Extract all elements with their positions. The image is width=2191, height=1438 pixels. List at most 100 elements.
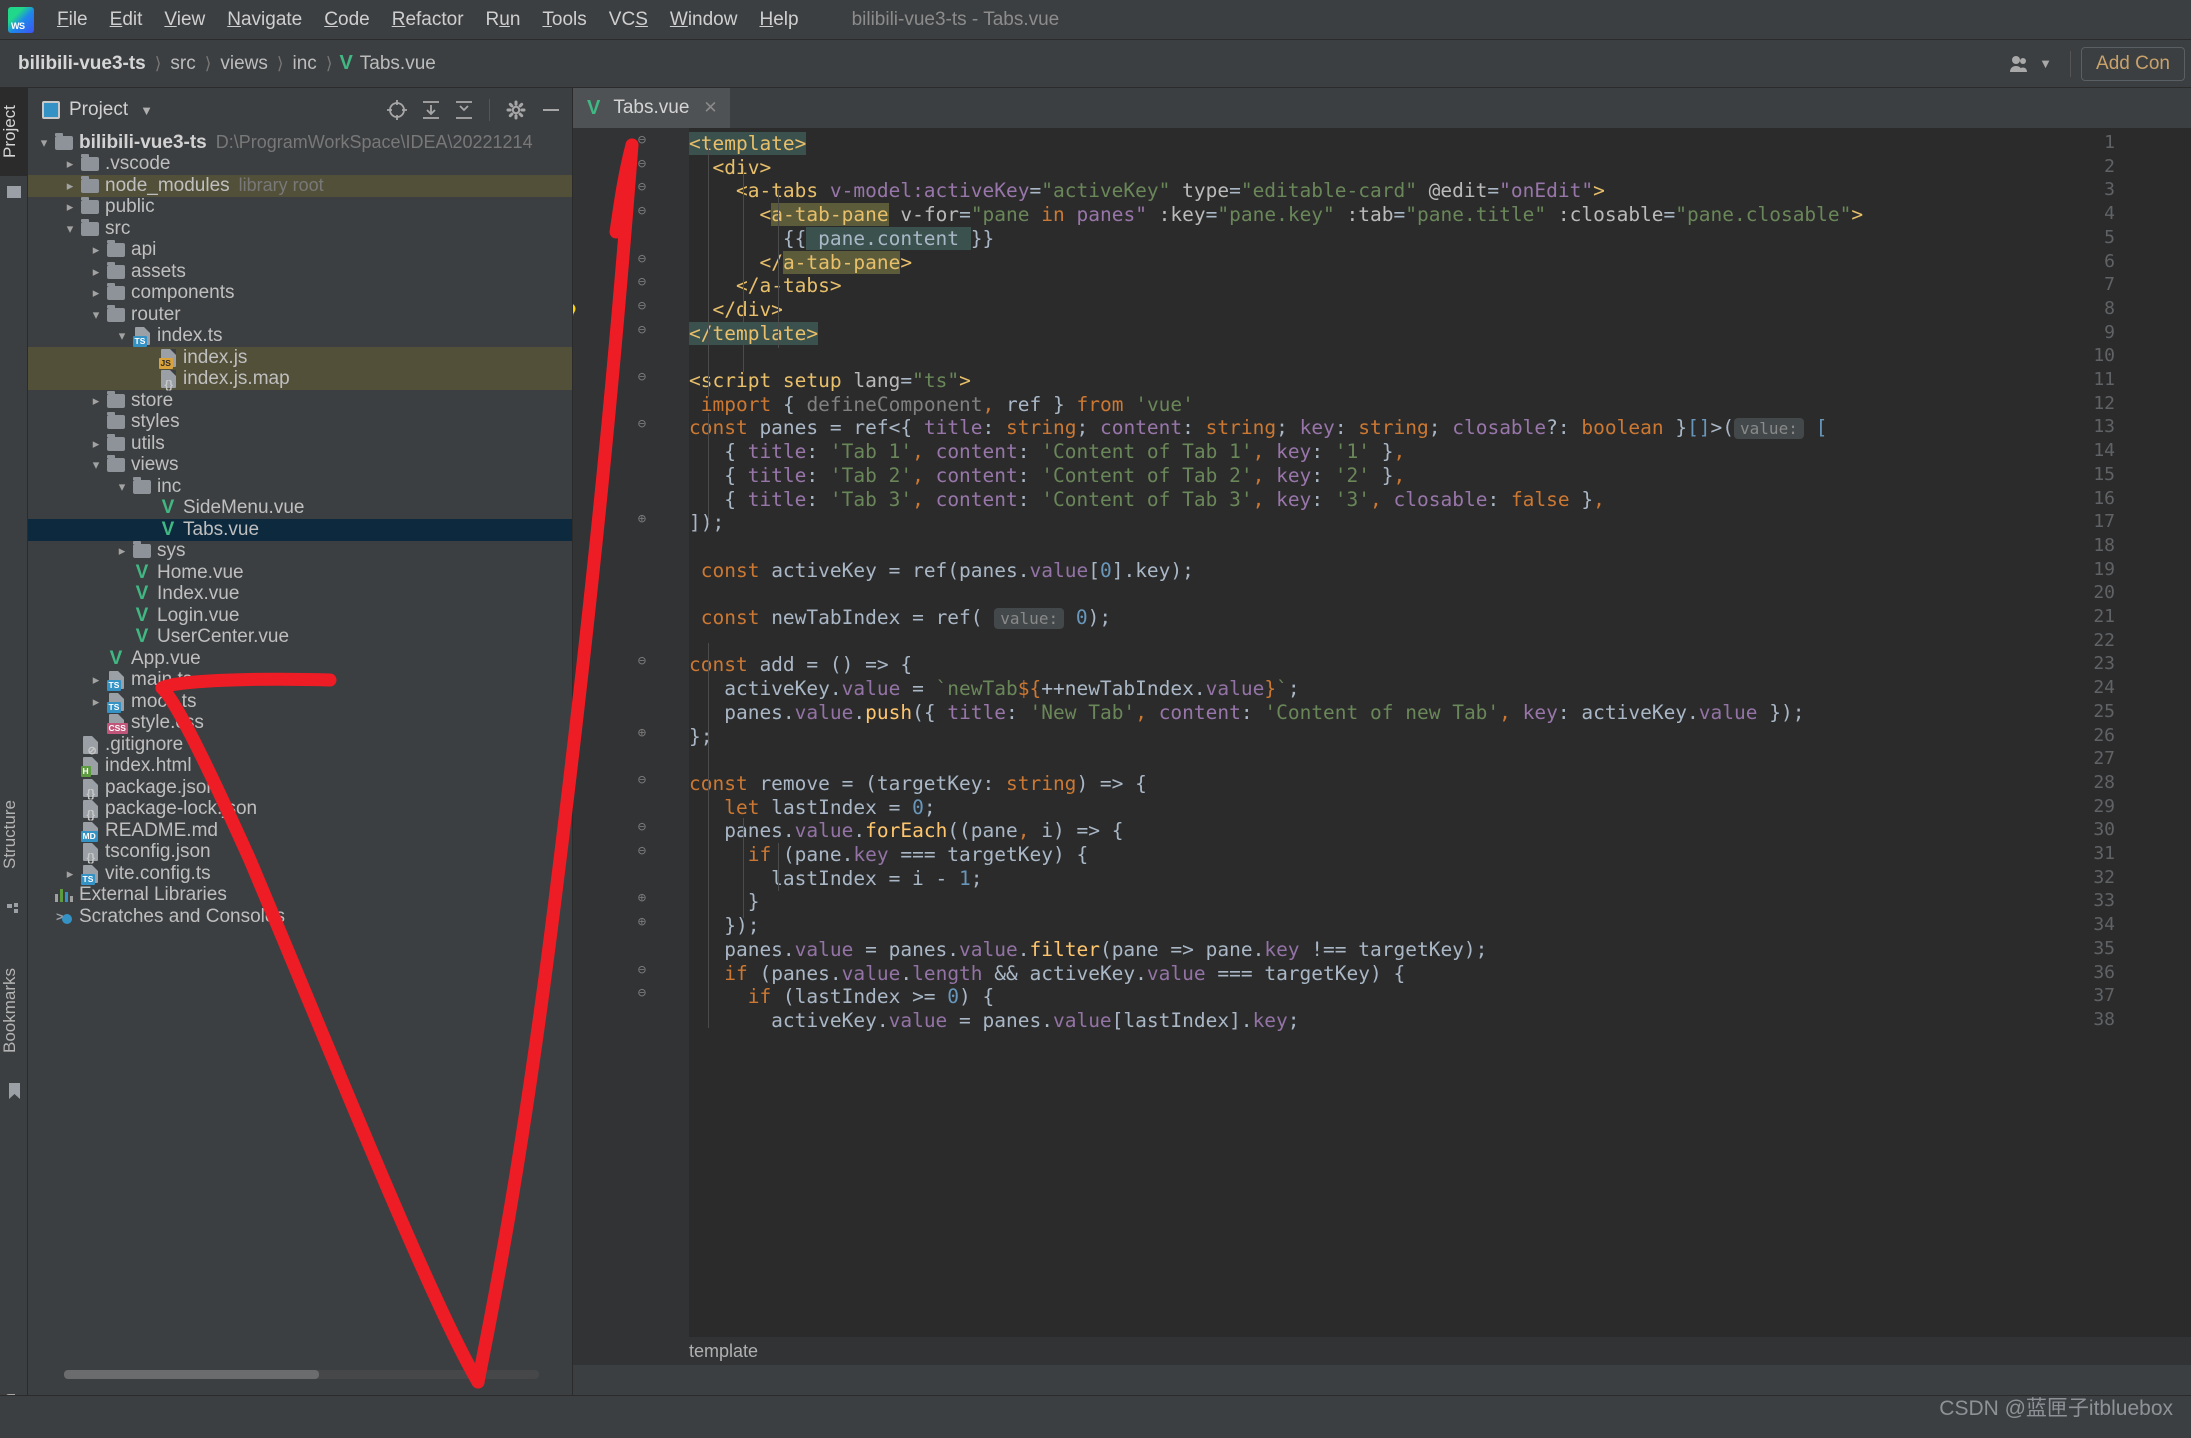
tree-node-package_json[interactable]: ▸{}package.json [28, 777, 572, 799]
fold-marker-icon[interactable]: ⊖ [633, 132, 651, 148]
collapse-arrow-icon[interactable]: ▸ [60, 866, 80, 882]
code-line-11[interactable]: <script setup lang="ts"> [689, 369, 971, 393]
code-line-31[interactable]: if (pane.key === targetKey) { [689, 843, 1088, 867]
fold-marker-icon[interactable]: ⊖ [633, 179, 651, 195]
collapse-arrow-icon[interactable]: ▸ [60, 199, 80, 215]
expand-arrow-icon[interactable]: ▾ [112, 479, 132, 495]
fold-marker-icon[interactable]: ⊖ [633, 251, 651, 267]
code-line-34[interactable]: }); [689, 914, 759, 938]
menu-item-refactor[interactable]: Refactor [381, 5, 475, 35]
menu-item-code[interactable]: Code [313, 5, 380, 35]
tree-node-sys[interactable]: ▸sys [28, 541, 572, 563]
tree-node-SideMenu_vue[interactable]: ▸VSideMenu.vue [28, 498, 572, 520]
code-line-28[interactable]: const remove = (targetKey: string) => { [689, 772, 1147, 796]
code-line-17[interactable]: ]); [689, 511, 724, 535]
tree-node-router[interactable]: ▾router [28, 304, 572, 326]
fold-marker-icon[interactable]: ⊕ [633, 725, 651, 741]
expand-arrow-icon[interactable]: ▾ [86, 457, 106, 473]
collapse-arrow-icon[interactable]: ▸ [86, 436, 106, 452]
code-line-29[interactable]: let lastIndex = 0; [689, 796, 936, 820]
collapse-arrow-icon[interactable]: ▸ [60, 156, 80, 172]
code-line-25[interactable]: panes.value.push({ title: 'New Tab', con… [689, 701, 1804, 725]
tree-node-src[interactable]: ▾src [28, 218, 572, 240]
tree-node-styles[interactable]: ▸styles [28, 412, 572, 434]
tree-node-vscode[interactable]: ▸.vscode [28, 154, 572, 176]
code-line-24[interactable]: activeKey.value = `newTab${++newTabIndex… [689, 677, 1300, 701]
code-line-38[interactable]: activeKey.value = panes.value[lastIndex]… [689, 1009, 1300, 1033]
code-line-32[interactable]: lastIndex = i - 1; [689, 867, 983, 891]
code-line-21[interactable]: const newTabIndex = ref( value: 0); [689, 606, 1111, 631]
menu-item-help[interactable]: Help [748, 5, 809, 35]
close-icon[interactable]: ✕ [697, 98, 717, 118]
tree-node-main_ts[interactable]: ▸TSmain.ts [28, 670, 572, 692]
code-line-6[interactable]: </a-tab-pane> [689, 251, 912, 275]
code-line-15[interactable]: { title: 'Tab 2', content: 'Content of T… [689, 464, 1405, 488]
breadcrumb-item-views[interactable]: views [218, 53, 270, 75]
breadcrumb-item-src[interactable]: src [168, 53, 197, 75]
add-configuration-button[interactable]: Add Con [2081, 47, 2185, 81]
code-lines[interactable]: <template> <div> <a-tabs v-model:activeK… [689, 128, 2191, 1337]
menu-item-run[interactable]: Run [475, 5, 532, 35]
code-line-33[interactable]: } [689, 890, 759, 914]
code-line-35[interactable]: panes.value = panes.value.filter(pane =>… [689, 938, 1487, 962]
tree-node-components[interactable]: ▸components [28, 283, 572, 305]
project-horizontal-scrollbar[interactable] [64, 1370, 539, 1379]
tree-node-Index_vue[interactable]: ▸VIndex.vue [28, 584, 572, 606]
tree-node-inc[interactable]: ▾inc [28, 476, 572, 498]
menu-item-navigate[interactable]: Navigate [216, 5, 313, 35]
tree-node-Login_vue[interactable]: ▸VLogin.vue [28, 605, 572, 627]
sidebar-item-structure[interactable]: Structure [0, 780, 28, 890]
tree-node-Tabs_vue[interactable]: ▸VTabs.vue [28, 519, 572, 541]
code-line-30[interactable]: panes.value.forEach((pane, i) => { [689, 819, 1123, 843]
tree-node-Home_vue[interactable]: ▸VHome.vue [28, 562, 572, 584]
breadcrumb-item-file[interactable]: Tabs.vue [358, 53, 438, 75]
select-opened-file-icon[interactable] [386, 99, 408, 121]
fold-marker-icon[interactable]: ⊖ [633, 985, 651, 1001]
tree-node-mock_ts[interactable]: ▸TSmock.ts [28, 691, 572, 713]
tree-node-style_css[interactable]: ▸CSSstyle.css [28, 713, 572, 735]
fold-marker-icon[interactable]: ⊖ [633, 962, 651, 978]
project-file-tree[interactable]: ▾bilibili-vue3-tsD:\ProgramWorkSpace\IDE… [28, 132, 572, 928]
sidebar-item-bookmarks[interactable]: Bookmarks [0, 948, 28, 1073]
code-line-2[interactable]: <div> [689, 156, 771, 180]
code-line-3[interactable]: <a-tabs v-model:activeKey="activeKey" ty… [689, 179, 1605, 203]
tree-node-package_lock[interactable]: ▸{}package-lock.json [28, 799, 572, 821]
tree-node-index_js_map[interactable]: ▸{}index.js.map [28, 369, 572, 391]
expand-arrow-icon[interactable]: ▾ [60, 221, 80, 237]
fold-marker-icon[interactable]: ⊕ [633, 511, 651, 527]
intention-bulb-icon[interactable]: 💡 [573, 303, 580, 324]
fold-marker-icon[interactable]: ⊕ [633, 914, 651, 930]
collapse-arrow-icon[interactable]: ▸ [86, 672, 106, 688]
tree-node-node_modules[interactable]: ▸node_moduleslibrary root [28, 175, 572, 197]
fold-marker-icon[interactable]: ⊖ [633, 298, 651, 314]
fold-marker-icon[interactable]: ⊖ [633, 843, 651, 859]
code-canvas[interactable]: 1⊖2⊖3⊖4⊖56⊖7⊖8⊖9⊖1011⊖1213⊖14151617⊕1819… [573, 128, 2191, 1337]
menu-item-tools[interactable]: Tools [531, 5, 597, 35]
collapse-arrow-icon[interactable]: ▸ [86, 264, 106, 280]
tree-node-index_js[interactable]: ▸JSindex.js [28, 347, 572, 369]
code-line-37[interactable]: if (lastIndex >= 0) { [689, 985, 994, 1009]
fold-marker-icon[interactable]: ⊖ [633, 369, 651, 385]
code-line-12[interactable]: import { defineComponent, ref } from 'vu… [689, 393, 1194, 417]
fold-marker-icon[interactable]: ⊖ [633, 203, 651, 219]
editor-gutter[interactable] [573, 128, 689, 1337]
code-line-14[interactable]: { title: 'Tab 1', content: 'Content of T… [689, 440, 1405, 464]
fold-marker-icon[interactable]: ⊖ [633, 653, 651, 669]
tree-node-utils[interactable]: ▸utils [28, 433, 572, 455]
editor-tab-tabs-vue[interactable]: V Tabs.vue ✕ [573, 88, 730, 128]
hide-panel-icon[interactable] [540, 99, 562, 121]
tree-node-index_html[interactable]: ▸Hindex.html [28, 756, 572, 778]
tree-node-public[interactable]: ▸public [28, 197, 572, 219]
menu-item-vcs[interactable]: VCS [598, 5, 659, 35]
tree-node-root[interactable]: ▾bilibili-vue3-tsD:\ProgramWorkSpace\IDE… [28, 132, 572, 154]
people-icon[interactable]: ▼ [2001, 51, 2060, 77]
collapse-arrow-icon[interactable]: ▸ [112, 543, 132, 559]
expand-arrow-icon[interactable]: ▾ [34, 135, 54, 151]
collapse-arrow-icon[interactable]: ▸ [60, 178, 80, 194]
code-line-1[interactable]: <template> [689, 132, 806, 156]
tree-node-gitignore[interactable]: ▸⊘.gitignore [28, 734, 572, 756]
settings-gear-icon[interactable] [505, 99, 527, 121]
tree-node-scratches[interactable]: ▸>Scratches and Consoles [28, 906, 572, 928]
code-line-5[interactable]: {{ pane.content }} [689, 227, 994, 251]
menu-item-file[interactable]: File [46, 5, 99, 35]
